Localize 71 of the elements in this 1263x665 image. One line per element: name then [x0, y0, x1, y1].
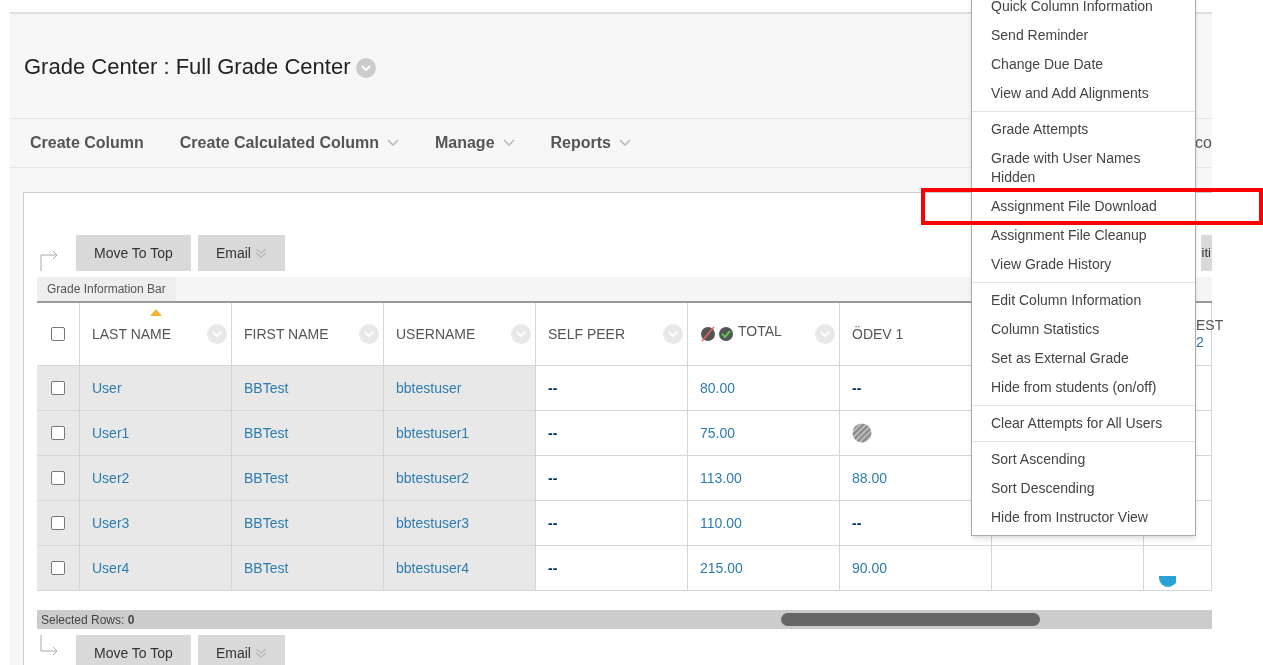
menu-item[interactable]: Change Due Date [972, 50, 1195, 79]
checkbox[interactable] [51, 381, 65, 395]
in-progress-icon [852, 423, 872, 443]
menu-item[interactable]: Grade with User Names Hidden [972, 144, 1195, 192]
checkbox[interactable] [51, 327, 65, 341]
dropdown-button[interactable]: Email [197, 635, 285, 665]
grade-link[interactable]: 215.00 [700, 557, 743, 579]
student-link[interactable]: User4 [92, 557, 130, 579]
table-cell-text: -- [548, 513, 558, 533]
toolbar-menu[interactable]: Manage [434, 131, 515, 155]
grade-link[interactable]: 90.00 [852, 557, 888, 579]
menu-item[interactable]: Sort Ascending [972, 445, 1195, 474]
student-link[interactable]: User2 [92, 467, 130, 489]
menu-item[interactable]: Clear Attempts for All Users [972, 409, 1195, 438]
checkbox[interactable] [51, 561, 65, 575]
menu-item[interactable]: Edit Column Information [972, 286, 1195, 315]
grade-link[interactable]: 110.00 [700, 512, 742, 534]
student-link[interactable]: BBTest [244, 377, 289, 399]
checkbox[interactable] [51, 471, 65, 485]
toolbar-menu[interactable]: Create Calculated Column [179, 131, 399, 155]
student-link[interactable]: BBTest [244, 467, 289, 489]
column-header[interactable]: USERNAME [396, 323, 476, 345]
scrollbar-thumb[interactable] [781, 613, 1040, 626]
action-button[interactable]: iti [1200, 235, 1212, 271]
student-link[interactable]: User1 [92, 422, 130, 444]
menu-item[interactable]: Send Reminder [972, 21, 1195, 50]
table-cell-text: -- [852, 513, 862, 533]
grade-information-bar[interactable]: Grade Information Bar [37, 277, 176, 301]
table-cell-text: -- [548, 378, 558, 398]
student-link[interactable]: BBTest [244, 512, 289, 534]
menu-item[interactable]: Quick Column Information [972, 0, 1195, 21]
status-icons [700, 325, 736, 343]
column-header[interactable]: FIRST NAME [244, 323, 329, 345]
menu-item[interactable]: Sort Descending [972, 474, 1195, 503]
menu-item[interactable]: View Grade History [972, 250, 1195, 279]
action-button[interactable]: Move To Top [76, 635, 191, 665]
student-link[interactable]: BBTest [244, 557, 289, 579]
toolbar-menu[interactable]: co [1195, 131, 1212, 155]
table-cell-text: -- [548, 468, 558, 488]
menu-item[interactable]: Assignment File Download [972, 192, 1195, 221]
selected-rows-count: Selected Rows: 0 [40, 611, 135, 629]
page-title: Grade Center : Full Grade Center [24, 52, 351, 81]
checkbox[interactable] [51, 426, 65, 440]
menu-item[interactable]: View and Add Alignments [972, 79, 1195, 108]
table-cell-text: -- [548, 423, 558, 443]
student-link[interactable]: User3 [92, 512, 130, 534]
column-header[interactable]: LAST NAME [92, 323, 172, 345]
grade-link[interactable]: 80.00 [700, 377, 736, 399]
action-button[interactable]: Move To Top [76, 235, 191, 271]
column-header[interactable]: EST 2 [1196, 317, 1224, 351]
menu-item[interactable]: Grade Attempts [972, 115, 1195, 144]
student-link[interactable]: BBTest [244, 422, 289, 444]
menu-item[interactable]: Column Statistics [972, 315, 1195, 344]
title-menu-icon[interactable] [356, 58, 377, 78]
grade-link[interactable]: 88.00 [852, 467, 888, 489]
toolbar-menu[interactable]: Create Column [30, 131, 144, 155]
dropdown-button[interactable]: Email [197, 235, 285, 271]
table-cell-text: -- [852, 378, 862, 398]
column-header[interactable]: TOTAL [738, 321, 782, 342]
grade-link[interactable]: 75.00 [700, 422, 736, 444]
column-header[interactable]: SELF PEER [548, 323, 626, 345]
menu-item[interactable]: Assignment File Cleanup [972, 221, 1195, 250]
menu-item[interactable]: Set as External Grade [972, 344, 1195, 373]
column-header[interactable]: ÖDEV 1 [852, 323, 904, 345]
grade-link[interactable]: 113.00 [700, 467, 742, 489]
menu-item[interactable]: Hide from Instructor View [972, 503, 1195, 532]
student-link[interactable]: User [92, 377, 122, 399]
menu-item[interactable]: Hide from students (on/off) [972, 373, 1195, 402]
table-cell-text: -- [548, 558, 558, 578]
toolbar-menu[interactable]: Reports [550, 131, 631, 155]
checkbox[interactable] [51, 516, 65, 530]
